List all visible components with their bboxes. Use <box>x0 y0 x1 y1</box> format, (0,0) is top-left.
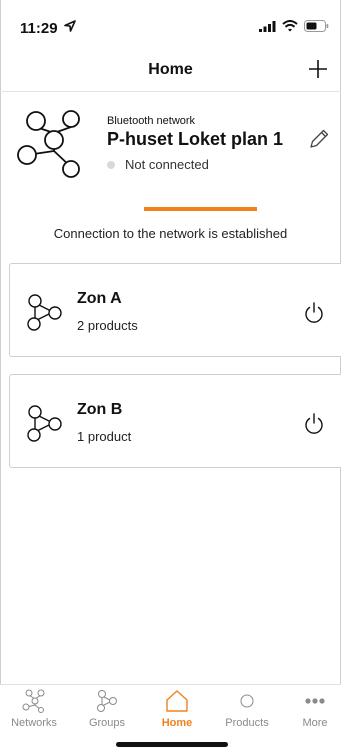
tab-more[interactable]: More <box>283 689 341 733</box>
group-icon <box>27 405 62 442</box>
zone-name: Zon A <box>77 290 122 307</box>
plus-icon[interactable] <box>303 54 333 84</box>
pencil-icon[interactable] <box>307 127 331 151</box>
power-icon[interactable] <box>302 301 326 325</box>
home-indicator <box>116 742 228 747</box>
tab-home[interactable]: Home <box>145 689 209 733</box>
home-icon <box>166 690 188 712</box>
products-icon <box>240 694 254 708</box>
connection-status-text: Not connected <box>125 157 209 172</box>
nav-bar: Home <box>0 48 341 92</box>
tab-label: Networks <box>11 717 57 729</box>
tab-groups[interactable]: Groups <box>75 689 139 733</box>
page-title: Home <box>148 61 193 78</box>
network-type-label: Bluetooth network <box>107 115 196 127</box>
network-graph-icon <box>17 110 80 178</box>
signal-icon <box>259 20 276 32</box>
location-arrow-icon <box>64 20 76 32</box>
power-icon[interactable] <box>302 412 326 436</box>
network-header: Bluetooth network P-huset Loket plan 1 N… <box>0 93 341 203</box>
status-bar: 11:29 <box>0 0 341 48</box>
zone-card[interactable]: Zon A 2 products <box>9 263 341 357</box>
networks-icon <box>22 689 45 713</box>
connection-message: Connection to the network is established <box>53 226 288 241</box>
zone-name: Zon B <box>77 401 123 418</box>
status-time: 11:29 <box>20 20 58 37</box>
status-icons <box>259 20 329 32</box>
more-icon <box>305 698 325 704</box>
tab-products[interactable]: Products <box>215 689 279 733</box>
zone-product-count: 2 products <box>77 318 138 333</box>
zone-card[interactable]: Zon B 1 product <box>9 374 341 468</box>
status-dot-icon <box>107 160 115 169</box>
tab-label: Groups <box>88 717 126 729</box>
connection-progress-bar <box>144 207 257 211</box>
wifi-icon <box>282 20 298 32</box>
group-icon <box>27 294 62 331</box>
tab-label: Products <box>225 717 269 729</box>
groups-icon <box>97 690 117 712</box>
tab-label: Home <box>161 717 193 729</box>
network-name: P-huset Loket plan 1 <box>107 129 284 149</box>
zone-product-count: 1 product <box>77 429 132 444</box>
battery-icon <box>304 20 329 32</box>
tab-label: More <box>302 717 328 729</box>
connection-status: Not connected <box>107 157 209 172</box>
tab-networks[interactable]: Networks <box>2 689 66 733</box>
